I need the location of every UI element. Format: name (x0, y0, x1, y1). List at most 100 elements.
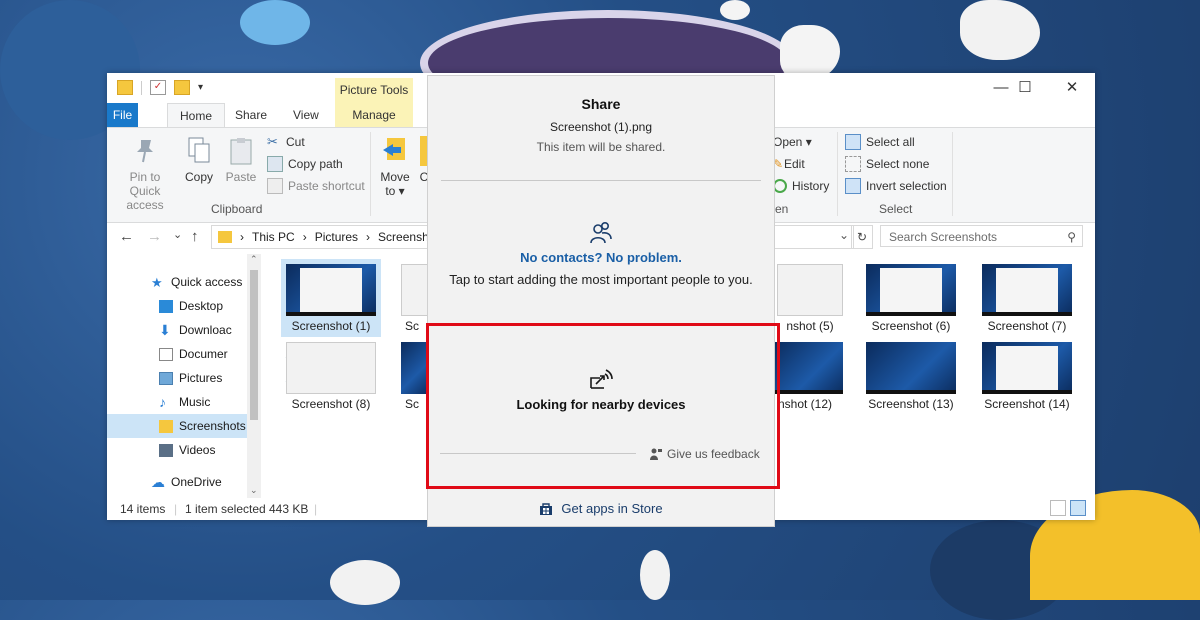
get-apps-in-store-button[interactable]: Get apps in Store (427, 501, 775, 516)
search-input[interactable]: Search Screenshots ⚲ (880, 225, 1083, 247)
open-label: Open ▾ (773, 135, 812, 149)
tab-file[interactable]: File (107, 103, 138, 127)
select-none-icon (845, 156, 861, 172)
nav-item-label: Screenshots (179, 419, 246, 433)
file-item[interactable]: Screenshot (13) (861, 337, 961, 415)
up-button[interactable]: ↑ (191, 228, 199, 245)
paste-button[interactable]: Paste (223, 136, 259, 184)
file-item[interactable]: Screenshot (14) (977, 337, 1077, 415)
invert-selection-icon (845, 178, 861, 194)
pin-to-quick-access-button[interactable]: Pin to Quick access (113, 136, 177, 212)
breadcrumb-pictures[interactable]: Pictures (315, 230, 358, 244)
customize-toolbar-icon[interactable]: ▾ (198, 82, 203, 93)
navigation-pane: ★ Quick access Desktop 📌 ⬇ Downloac 📌 Do… (107, 254, 296, 498)
nav-item-label: Pictures (179, 371, 223, 385)
nav-item-videos[interactable]: Videos (107, 438, 299, 462)
invert-selection-button[interactable]: Invert selection (845, 176, 947, 196)
breadcrumb-this-pc[interactable]: This PC (252, 230, 295, 244)
nav-item-label: OneDrive (171, 475, 222, 489)
no-contacts-link[interactable]: No contacts? No problem. (428, 250, 774, 265)
nav-item-documents[interactable]: Documer 📌 (107, 342, 299, 366)
thumbnail-image (401, 342, 427, 394)
copy-icon (185, 136, 213, 166)
nav-item-music[interactable]: ♪ Music (107, 390, 299, 414)
recent-locations-button[interactable]: ⌄ (173, 228, 182, 241)
share-filename: Screenshot (1).png (549, 120, 653, 134)
nav-item-pictures[interactable]: Pictures 📌 (107, 366, 299, 390)
move-to-button[interactable]: Move to ▾ (375, 136, 415, 198)
scrollbar-thumb[interactable] (250, 270, 258, 420)
folder-icon[interactable] (117, 80, 133, 95)
copy-button[interactable]: Copy (181, 136, 217, 184)
scroll-up-icon[interactable]: ⌃ (250, 254, 258, 265)
nav-item-label: Downloac (179, 323, 232, 337)
file-item[interactable]: nshot (5) (775, 259, 845, 337)
new-folder-icon[interactable] (174, 80, 190, 95)
share-title: Share (581, 96, 621, 112)
select-all-button[interactable]: Select all (845, 132, 915, 152)
tab-share[interactable]: Share (223, 103, 279, 127)
contacts-hint: Tap to start adding the most important p… (449, 272, 753, 287)
cut-label: Cut (286, 135, 305, 149)
star-icon: ★ (151, 274, 163, 290)
details-view-icon[interactable] (1050, 500, 1066, 516)
tab-home[interactable]: Home (167, 103, 226, 127)
select-none-button[interactable]: Select none (845, 154, 929, 174)
tab-manage[interactable]: Manage (335, 103, 413, 127)
history-button[interactable]: History (773, 176, 829, 196)
large-icons-view-icon[interactable] (1070, 500, 1086, 516)
breadcrumb-screenshots[interactable]: Screensh (378, 230, 429, 244)
nav-item-quick-access[interactable]: ★ Quick access (107, 270, 291, 294)
nav-item-desktop[interactable]: Desktop 📌 (107, 294, 299, 318)
breadcrumb-separator: › (240, 230, 244, 244)
thumbnail-image (982, 342, 1072, 394)
address-dropdown[interactable]: ⌄ (773, 225, 854, 249)
paste-shortcut-button[interactable]: Paste shortcut (267, 176, 365, 196)
video-icon (159, 443, 173, 457)
maximize-button[interactable]: ☐ (1002, 73, 1048, 103)
chevron-down-icon: ⌄ (838, 228, 849, 242)
scissors-icon: ✂ (267, 134, 278, 149)
feedback-button[interactable]: Give us feedback (650, 447, 760, 461)
nav-item-label: Documer (179, 347, 228, 361)
scroll-down-icon[interactable]: ⌄ (250, 485, 258, 496)
tab-view[interactable]: View (281, 103, 331, 127)
file-item[interactable]: Screenshot (7) (977, 259, 1077, 337)
forward-button[interactable]: → (147, 228, 162, 245)
nav-item-downloads[interactable]: ⬇ Downloac 📌 (107, 318, 299, 342)
cloud-icon: ☁ (151, 473, 165, 490)
file-item[interactable]: Sc (397, 337, 427, 415)
file-label: Screenshot (8) (291, 397, 371, 411)
file-label: Screenshot (13) (868, 397, 954, 411)
nearby-share-icon (590, 369, 613, 389)
file-item[interactable]: Sc (397, 259, 427, 337)
paste-shortcut-label: Paste shortcut (288, 179, 365, 193)
document-icon (159, 347, 173, 361)
pin-icon (131, 136, 159, 166)
close-button[interactable]: ✕ (1049, 73, 1095, 103)
edit-button[interactable]: ✎ Edit (773, 154, 805, 174)
nav-item-onedrive[interactable]: ☁ OneDrive (107, 470, 291, 494)
select-none-label: Select none (866, 157, 930, 171)
search-icon: ⚲ (1067, 230, 1076, 244)
paste-shortcut-icon (267, 178, 283, 194)
pin-label: Pin to Quick access (126, 170, 164, 212)
copy-path-button[interactable]: Copy path (267, 154, 343, 174)
background-coconut (330, 560, 400, 605)
file-item[interactable]: Screenshot (1) (281, 259, 381, 337)
file-label: nshot (5) (786, 319, 834, 333)
select-group-label: Select (879, 202, 913, 216)
back-button[interactable]: ← (119, 228, 134, 245)
refresh-button[interactable]: ↻ (851, 225, 873, 249)
music-icon: ♪ (159, 393, 166, 410)
file-item[interactable]: Screenshot (6) (861, 259, 961, 337)
breadcrumb[interactable]: › This PC › Pictures › Screensh (211, 225, 439, 249)
nav-item-screenshots[interactable]: Screenshots (107, 414, 247, 438)
move-to-icon (381, 136, 409, 166)
file-item[interactable]: Screenshot (8) (281, 337, 381, 415)
cut-button[interactable]: ✂ Cut (267, 132, 305, 152)
people-icon (590, 221, 612, 244)
open-button[interactable]: Open ▾ (773, 132, 812, 152)
nav-scrollbar[interactable]: ⌃ ⌄ (247, 254, 261, 498)
properties-icon[interactable]: ✓ (150, 80, 166, 95)
